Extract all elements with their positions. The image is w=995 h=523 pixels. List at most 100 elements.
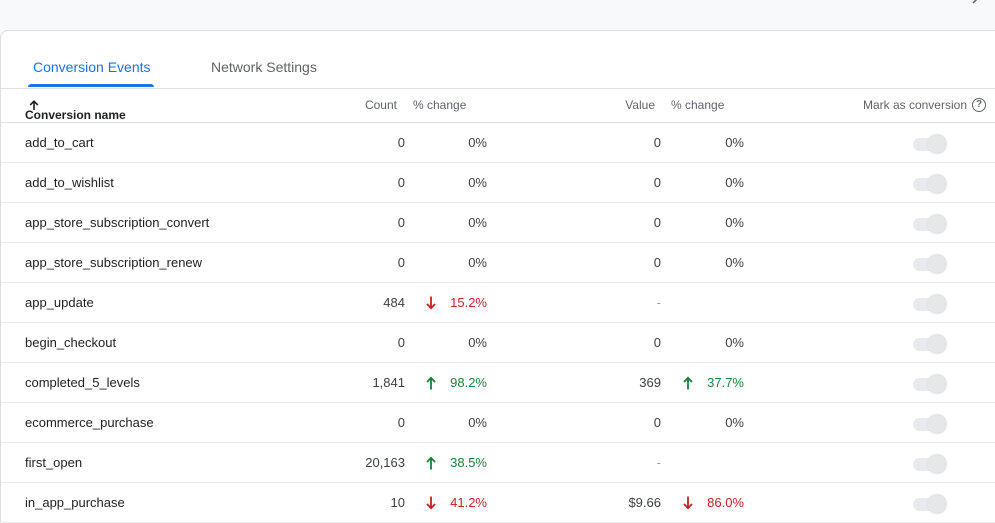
conversion-name: begin_checkout bbox=[25, 335, 117, 350]
top-strip bbox=[0, 0, 995, 30]
toggle-thumb bbox=[927, 214, 947, 234]
value-amount: - bbox=[656, 455, 661, 470]
count-value: 1,841 bbox=[372, 375, 405, 390]
table-body: add_to_cart 0 0% 0 0% add_to_wishlist 0 0% 0 0% ap… bbox=[1, 123, 995, 523]
value-amount: 0 bbox=[653, 175, 661, 190]
table-row: first_open 20,163 38.5% - bbox=[1, 443, 995, 483]
count-value: 0 bbox=[397, 415, 405, 430]
table-row: app_store_subscription_convert 0 0% 0 0% bbox=[1, 203, 995, 243]
toggle-thumb bbox=[927, 174, 947, 194]
value-amount: $9.66 bbox=[628, 495, 661, 510]
arrow-down-icon bbox=[682, 495, 694, 511]
mark-as-conversion-toggle[interactable] bbox=[911, 334, 947, 354]
conversion-name: app_store_subscription_renew bbox=[25, 255, 203, 270]
mark-as-conversion-toggle[interactable] bbox=[911, 454, 947, 474]
count-percent-change: 0% bbox=[468, 255, 487, 270]
value-percent-change: 37.7% bbox=[707, 375, 744, 390]
column-header-value[interactable]: Value bbox=[625, 98, 655, 113]
conversion-name: add_to_cart bbox=[25, 135, 94, 150]
arrow-up-icon bbox=[425, 455, 437, 471]
count-percent-change: 38.5% bbox=[450, 455, 487, 470]
table-row: ecommerce_purchase 0 0% 0 0% bbox=[1, 403, 995, 443]
count-value: 0 bbox=[397, 175, 405, 190]
conversion-card: Conversion Events Network Settings Conve… bbox=[0, 30, 995, 523]
mark-as-conversion-toggle[interactable] bbox=[911, 214, 947, 234]
column-header-value-change[interactable]: % change bbox=[671, 98, 724, 113]
mark-as-conversion-toggle[interactable] bbox=[911, 374, 947, 394]
value-percent-change: 86.0% bbox=[707, 495, 744, 510]
toggle-thumb bbox=[927, 374, 947, 394]
column-header-count[interactable]: Count bbox=[365, 98, 397, 113]
mark-as-conversion-toggle[interactable] bbox=[911, 254, 947, 274]
count-percent-change: 41.2% bbox=[450, 495, 487, 510]
value-percent-change: 0% bbox=[725, 215, 744, 230]
count-percent-change: 0% bbox=[468, 215, 487, 230]
count-percent-change: 0% bbox=[468, 135, 487, 150]
count-value: 0 bbox=[397, 335, 405, 350]
value-amount: - bbox=[656, 295, 661, 310]
mark-as-conversion-toggle[interactable] bbox=[911, 414, 947, 434]
arrow-down-icon bbox=[425, 495, 437, 511]
mark-as-conversion-toggle[interactable] bbox=[911, 494, 947, 514]
value-percent-change: 0% bbox=[725, 255, 744, 270]
value-percent-change: 0% bbox=[725, 135, 744, 150]
mark-as-conversion-toggle[interactable] bbox=[911, 174, 947, 194]
toggle-thumb bbox=[927, 414, 947, 434]
toggle-thumb bbox=[927, 454, 947, 474]
table-row: completed_5_levels 1,841 98.2% 369 37.7% bbox=[1, 363, 995, 403]
toggle-thumb bbox=[927, 494, 947, 514]
toggle-thumb bbox=[927, 134, 947, 154]
conversion-name: add_to_wishlist bbox=[25, 175, 114, 190]
value-amount: 0 bbox=[653, 255, 661, 270]
conversion-name: completed_5_levels bbox=[25, 375, 140, 390]
tab-bar: Conversion Events Network Settings bbox=[1, 31, 995, 89]
value-amount: 0 bbox=[653, 135, 661, 150]
value-percent-change: 0% bbox=[725, 335, 744, 350]
table-row: app_update 484 15.2% - bbox=[1, 283, 995, 323]
count-percent-change: 0% bbox=[468, 175, 487, 190]
count-percent-change: 15.2% bbox=[450, 295, 487, 310]
column-header-count-change[interactable]: % change bbox=[413, 98, 466, 113]
count-value: 0 bbox=[397, 135, 405, 150]
tab-conversion-events[interactable]: Conversion Events bbox=[33, 58, 151, 76]
table-row: add_to_cart 0 0% 0 0% bbox=[1, 123, 995, 163]
count-value: 10 bbox=[390, 495, 405, 510]
mark-as-conversion-toggle[interactable] bbox=[911, 294, 947, 314]
conversion-name: ecommerce_purchase bbox=[25, 415, 154, 430]
conversion-name: app_update bbox=[25, 295, 94, 310]
value-amount: 0 bbox=[653, 415, 661, 430]
toggle-thumb bbox=[927, 334, 947, 354]
count-value: 484 bbox=[383, 295, 405, 310]
table-row: app_store_subscription_renew 0 0% 0 0% bbox=[1, 243, 995, 283]
toggle-thumb bbox=[927, 294, 947, 314]
value-amount: 369 bbox=[639, 375, 661, 390]
mark-as-conversion-toggle[interactable] bbox=[911, 134, 947, 154]
count-value: 0 bbox=[397, 215, 405, 230]
value-percent-change: 0% bbox=[725, 175, 744, 190]
count-percent-change: 0% bbox=[468, 335, 487, 350]
tab-network-settings[interactable]: Network Settings bbox=[211, 58, 317, 76]
chevron-icon bbox=[972, 0, 978, 4]
table-row: in_app_purchase 10 41.2% $9.66 86.0% bbox=[1, 483, 995, 523]
column-header-name-label: Conversion name bbox=[25, 108, 126, 122]
value-percent-change: 0% bbox=[725, 415, 744, 430]
table-header: Conversion name Count % change Value % c… bbox=[1, 88, 995, 123]
table-row: add_to_wishlist 0 0% 0 0% bbox=[1, 163, 995, 203]
conversion-name: first_open bbox=[25, 455, 83, 470]
count-percent-change: 0% bbox=[468, 415, 487, 430]
arrow-up-icon bbox=[425, 375, 437, 391]
conversion-name: app_store_subscription_convert bbox=[25, 215, 210, 230]
active-tab-indicator bbox=[28, 84, 154, 87]
table-row: begin_checkout 0 0% 0 0% bbox=[1, 323, 995, 363]
value-amount: 0 bbox=[653, 335, 661, 350]
value-amount: 0 bbox=[653, 215, 661, 230]
help-circle-icon[interactable]: ? bbox=[972, 98, 986, 112]
count-value: 0 bbox=[397, 255, 405, 270]
arrow-down-icon bbox=[425, 295, 437, 311]
count-percent-change: 98.2% bbox=[450, 375, 487, 390]
conversion-name: in_app_purchase bbox=[25, 495, 125, 510]
column-header-mark-as-conversion: Mark as conversion bbox=[862, 98, 967, 112]
count-value: 20,163 bbox=[365, 455, 405, 470]
column-header-name[interactable]: Conversion name bbox=[25, 98, 126, 122]
toggle-thumb bbox=[927, 254, 947, 274]
